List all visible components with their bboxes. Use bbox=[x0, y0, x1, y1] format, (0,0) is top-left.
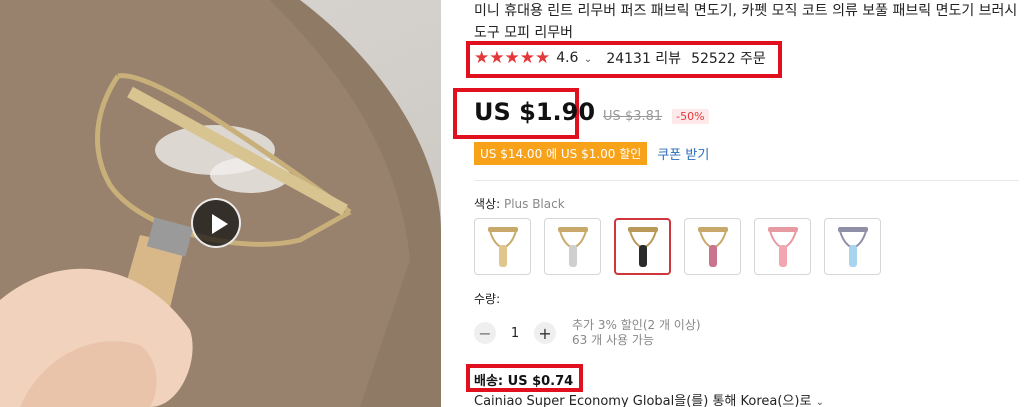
quantity-notes: 추가 3% 할인(2 개 이상) 63 개 사용 가능 bbox=[572, 318, 701, 348]
price-row: US $1.90 US $3.81 -50% bbox=[474, 98, 709, 126]
lint-remover-thumbnail-icon bbox=[487, 226, 518, 267]
quantity-stepper: − 1 + 추가 3% 할인(2 개 이상) 63 개 사용 가능 bbox=[474, 318, 701, 348]
color-label-text: 색상: bbox=[474, 197, 501, 211]
available-stock: 63 개 사용 가능 bbox=[572, 333, 654, 347]
rating-row: ★★★★★ 4.6 ⌄ 24131 리뷰 52522 주문 bbox=[474, 47, 766, 69]
selected-color: Plus Black bbox=[503, 197, 565, 211]
original-price: US $3.81 bbox=[603, 109, 663, 124]
coupon-row: US $14.00 에 US $1.00 할인 쿠폰 받기 bbox=[474, 142, 709, 165]
color-swatch-gold-wood[interactable] bbox=[474, 218, 531, 275]
shipping-fee: 배송: US $0.74 bbox=[474, 374, 574, 389]
color-swatch-pink[interactable] bbox=[754, 218, 811, 275]
play-video-button[interactable] bbox=[191, 198, 241, 248]
chevron-down-icon: ⌄ bbox=[815, 397, 824, 407]
color-swatches bbox=[474, 218, 894, 275]
lint-remover-thumbnail-icon bbox=[557, 226, 588, 267]
shipping-method-text: Cainiao Super Economy Global을(를) 통해 Kore… bbox=[474, 394, 812, 407]
lint-remover-thumbnail-icon bbox=[697, 226, 728, 267]
current-price: US $1.90 bbox=[474, 98, 596, 126]
rating-score[interactable]: 4.6 ⌄ bbox=[556, 50, 592, 66]
orders-count: 52522 주문 bbox=[691, 51, 766, 67]
coupon-badge[interactable]: US $14.00 에 US $1.00 할인 bbox=[474, 142, 648, 165]
color-swatch-plus-black[interactable] bbox=[614, 218, 671, 275]
product-image[interactable] bbox=[0, 0, 441, 407]
lint-remover-thumbnail-icon bbox=[837, 226, 868, 267]
color-swatch-gold-pink[interactable] bbox=[684, 218, 741, 275]
decrease-quantity-button[interactable]: − bbox=[474, 322, 496, 344]
lint-remover-thumbnail-icon bbox=[627, 226, 658, 267]
increase-quantity-button[interactable]: + bbox=[534, 322, 556, 344]
quantity-label: 수량: bbox=[474, 292, 501, 306]
rating-value: 4.6 bbox=[556, 50, 579, 66]
get-coupon-link[interactable]: 쿠폰 받기 bbox=[657, 144, 709, 163]
color-swatch-gold-silver[interactable] bbox=[544, 218, 601, 275]
discount-badge: -50% bbox=[672, 109, 709, 124]
divider bbox=[474, 180, 1019, 181]
color-swatch-blue[interactable] bbox=[824, 218, 881, 275]
lint-remover-thumbnail-icon bbox=[767, 226, 798, 267]
quantity-value[interactable]: 1 bbox=[496, 326, 534, 341]
shipping-method[interactable]: Cainiao Super Economy Global을(를) 통해 Kore… bbox=[474, 390, 824, 407]
reviews-count[interactable]: 24131 리뷰 bbox=[606, 48, 681, 68]
bulk-discount-note: 추가 3% 할인(2 개 이상) bbox=[572, 318, 701, 332]
color-label: 색상: Plus Black bbox=[474, 195, 565, 212]
product-title: 미니 휴대용 린트 리무버 퍼즈 패브릭 면도기, 카펫 모직 코트 의류 보풀… bbox=[474, 3, 1018, 41]
chevron-down-icon: ⌄ bbox=[583, 54, 593, 65]
star-rating-icon: ★★★★★ bbox=[474, 48, 551, 68]
